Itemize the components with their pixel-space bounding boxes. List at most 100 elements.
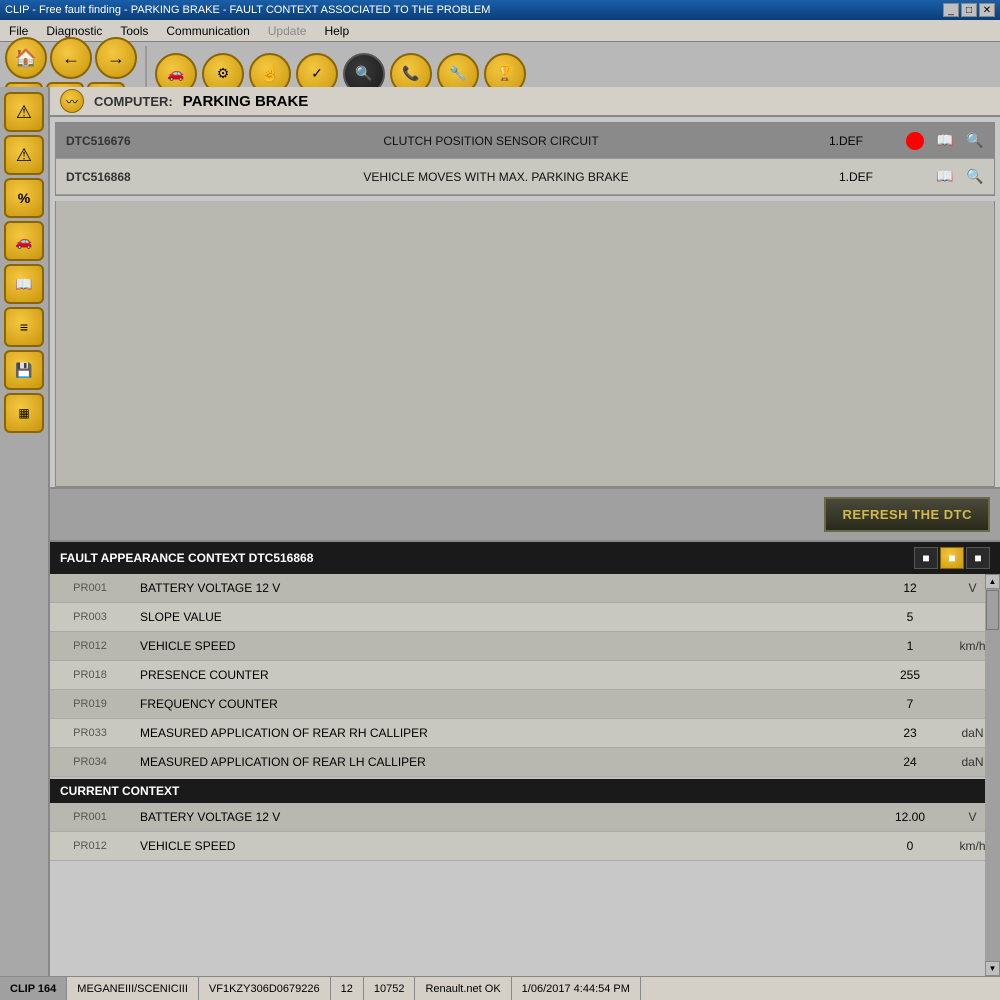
context-nav-btns: ■ ■ ■	[914, 547, 990, 569]
curr-ctx-code-1: PR012	[50, 840, 130, 852]
dtc-row-2[interactable]: DTC516868 VEHICLE MOVES WITH MAX. PARKIN…	[56, 159, 994, 195]
ctx-desc-3: PRESENCE COUNTER	[130, 668, 875, 682]
sidebar-warning1-btn[interactable]: ⚠	[4, 92, 44, 132]
sidebar-warning2-btn[interactable]: ⚠	[4, 135, 44, 175]
titlebar-title: CLIP - Free fault finding - PARKING BRAK…	[5, 4, 490, 16]
red-dot-1	[901, 127, 929, 155]
dtc-desc-2: VEHICLE MOVES WITH MAX. PARKING BRAKE	[186, 170, 806, 184]
ctx-val-5: 23	[875, 726, 945, 740]
computer-icon: 〰	[60, 89, 84, 113]
curr-ctx-code-0: PR001	[50, 811, 130, 823]
ctx-desc-1: SLOPE VALUE	[130, 610, 875, 624]
ctx-desc-5: MEASURED APPLICATION OF REAR RH CALLIPER	[130, 726, 875, 740]
scroll-up-btn[interactable]: ▲	[985, 574, 1000, 589]
ctx-nav-right[interactable]: ■	[966, 547, 990, 569]
context-section: FAULT APPEARANCE CONTEXT DTC516868 ■ ■ ■…	[50, 542, 1000, 861]
sidebar-save-btn[interactable]: 💾	[4, 350, 44, 390]
ctx-desc-0: BATTERY VOLTAGE 12 V	[130, 581, 875, 595]
ctx-nav-left[interactable]: ■	[914, 547, 938, 569]
dtc-status-1: 1.DEF	[796, 134, 896, 148]
ctx-val-0: 12	[875, 581, 945, 595]
status-server: Renault.net OK	[415, 977, 511, 1000]
ctx-row-3: PR018 PRESENCE COUNTER 255	[50, 661, 1000, 690]
curr-ctx-desc-0: BATTERY VOLTAGE 12 V	[130, 810, 875, 824]
ctx-desc-2: VEHICLE SPEED	[130, 639, 875, 653]
ctx-desc-6: MEASURED APPLICATION OF REAR LH CALLIPER	[130, 755, 875, 769]
menu-update[interactable]: Update	[264, 22, 311, 40]
computer-name: PARKING BRAKE	[183, 93, 309, 110]
dtc-actions-2: 📖 🔍	[906, 163, 994, 191]
statusbar: CLIP 164 MEGANEIII/SCENICIII VF1KZY306D0…	[0, 976, 1000, 1000]
status-num1: 12	[331, 977, 364, 1000]
ctx-val-4: 7	[875, 697, 945, 711]
ctx-row-5: PR033 MEASURED APPLICATION OF REAR RH CA…	[50, 719, 1000, 748]
scrollbar[interactable]: ▲ ▼	[985, 574, 1000, 976]
curr-ctx-val-1: 0	[875, 839, 945, 853]
ctx-code-4: PR019	[50, 698, 130, 710]
zoom-icon-1[interactable]: 🔍	[961, 127, 989, 155]
computer-header: 〰 COMPUTER: PARKING BRAKE	[50, 87, 1000, 117]
curr-ctx-row-0: PR001 BATTERY VOLTAGE 12 V 12.00 V	[50, 803, 1000, 832]
ctx-code-3: PR018	[50, 669, 130, 681]
status-vehicle: MEGANEIII/SCENICIII	[67, 977, 199, 1000]
computer-label: COMPUTER:	[94, 94, 173, 109]
sidebar-barcode-btn[interactable]: ▦	[4, 393, 44, 433]
menubar: File Diagnostic Tools Communication Upda…	[0, 20, 1000, 42]
home-btn[interactable]: 🏠	[5, 37, 47, 79]
ctx-row-0: PR001 BATTERY VOLTAGE 12 V 12 V	[50, 574, 1000, 603]
book-icon-2[interactable]: 📖	[931, 163, 959, 191]
book-icon-1[interactable]: 📖	[931, 127, 959, 155]
dtc-row-1[interactable]: DTC516676 CLUTCH POSITION SENSOR CIRCUIT…	[56, 123, 994, 159]
titlebar: CLIP - Free fault finding - PARKING BRAK…	[0, 0, 1000, 20]
placeholder-dot-2	[911, 163, 929, 191]
ctx-val-3: 255	[875, 668, 945, 682]
scroll-down-btn[interactable]: ▼	[985, 961, 1000, 976]
menu-communication[interactable]: Communication	[162, 22, 253, 40]
zoom-icon-2[interactable]: 🔍	[961, 163, 989, 191]
back-btn[interactable]: ←	[50, 37, 92, 79]
dtc-actions-1: 📖 🔍	[896, 127, 994, 155]
ctx-val-6: 24	[875, 755, 945, 769]
fault-context-title: FAULT APPEARANCE CONTEXT DTC516868	[60, 551, 313, 565]
sidebar-list-btn[interactable]: ≡	[4, 307, 44, 347]
current-context-title: CURRENT CONTEXT	[60, 784, 179, 798]
ctx-nav-mid[interactable]: ■	[940, 547, 964, 569]
sidebar: ⚠ ⚠ % 🚗 📖 ≡ 💾 ▦	[0, 87, 50, 976]
ctx-val-1: 5	[875, 610, 945, 624]
dtc-code-1: DTC516676	[56, 134, 186, 148]
forward-btn[interactable]: →	[95, 37, 137, 79]
sidebar-percent-btn[interactable]: %	[4, 178, 44, 218]
titlebar-controls[interactable]: _ □ ✕	[943, 3, 995, 17]
curr-ctx-row-1: PR012 VEHICLE SPEED 0 km/h	[50, 832, 1000, 861]
menu-help[interactable]: Help	[320, 22, 353, 40]
close-btn[interactable]: ✕	[979, 3, 995, 17]
status-vin: VF1KZY306D0679226	[199, 977, 331, 1000]
ctx-val-2: 1	[875, 639, 945, 653]
ctx-code-2: PR012	[50, 640, 130, 652]
refresh-area: REFRESH THE DTC	[50, 487, 1000, 542]
status-datetime: 1/06/2017 4:44:54 PM	[512, 977, 641, 1000]
ctx-row-4: PR019 FREQUENCY COUNTER 7	[50, 690, 1000, 719]
sidebar-car-btn[interactable]: 🚗	[4, 221, 44, 261]
main-content: 〰 COMPUTER: PARKING BRAKE DTC516676 CLUT…	[50, 87, 1000, 976]
maximize-btn[interactable]: □	[961, 3, 977, 17]
ctx-code-1: PR003	[50, 611, 130, 623]
curr-ctx-val-0: 12.00	[875, 810, 945, 824]
ctx-row-1: PR003 SLOPE VALUE 5	[50, 603, 1000, 632]
curr-ctx-desc-1: VEHICLE SPEED	[130, 839, 875, 853]
dtc-status-2: 1.DEF	[806, 170, 906, 184]
current-context-header: CURRENT CONTEXT	[50, 779, 1000, 803]
refresh-dtc-btn[interactable]: REFRESH THE DTC	[824, 497, 990, 532]
minimize-btn[interactable]: _	[943, 3, 959, 17]
dtc-table: DTC516676 CLUTCH POSITION SENSOR CIRCUIT…	[55, 122, 995, 196]
status-clip: CLIP 164	[0, 977, 67, 1000]
ctx-row-2: PR012 VEHICLE SPEED 1 km/h	[50, 632, 1000, 661]
sidebar-book-btn[interactable]: 📖	[4, 264, 44, 304]
status-num2: 10752	[364, 977, 416, 1000]
dtc-code-2: DTC516868	[56, 170, 186, 184]
ctx-code-5: PR033	[50, 727, 130, 739]
scroll-thumb[interactable]	[986, 590, 999, 630]
dtc-desc-1: CLUTCH POSITION SENSOR CIRCUIT	[186, 134, 796, 148]
ctx-code-6: PR034	[50, 756, 130, 768]
ctx-code-0: PR001	[50, 582, 130, 594]
